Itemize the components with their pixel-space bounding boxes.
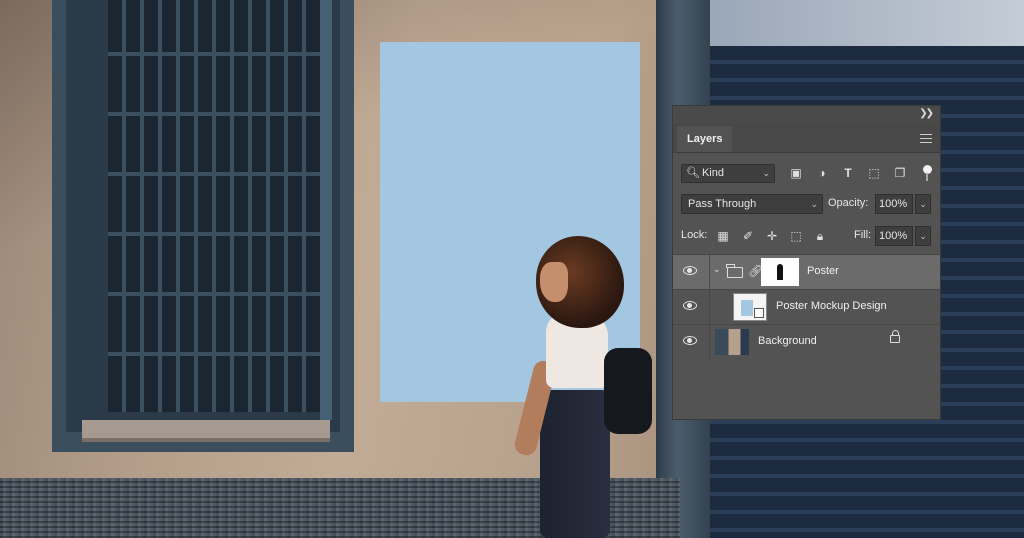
chevron-down-icon: ⌄: [762, 168, 770, 178]
visibility-eye-icon[interactable]: [683, 301, 697, 310]
window-sill: [82, 420, 330, 442]
layer-gutter: [709, 255, 710, 289]
lock-artboard-icon[interactable]: ⬚: [788, 228, 804, 244]
panel-header: ❯❯: [673, 106, 940, 124]
fill-input[interactable]: 100%: [875, 226, 913, 246]
folder-icon: [726, 264, 743, 278]
fill-label: Fill:: [854, 229, 872, 241]
adjustment-filter-icon[interactable]: ◑: [815, 166, 829, 180]
blend-row: Pass Through ⌄ Opacity: 100% ⌄: [673, 194, 940, 216]
search-icon: 🔍︎: [686, 167, 700, 179]
lock-label: Lock:: [681, 229, 708, 241]
layer-row-poster[interactable]: ⌄ 🔗︎ Poster: [673, 254, 940, 289]
backpack: [604, 348, 652, 434]
blend-mode-value: Pass Through: [688, 198, 757, 210]
smart-object-thumbnail[interactable]: [733, 293, 767, 321]
layer-gutter: [709, 290, 710, 324]
layer-gutter: [709, 325, 710, 359]
chevron-down-icon: ⌄: [810, 199, 818, 209]
layer-mask-thumbnail[interactable]: [761, 258, 799, 286]
visibility-eye-icon[interactable]: [683, 266, 697, 275]
visibility-eye-icon[interactable]: [683, 336, 697, 345]
smart-object-filter-icon[interactable]: ❐: [893, 166, 907, 180]
woman-face: [540, 262, 568, 302]
image-filter-icon[interactable]: ▣: [789, 166, 803, 180]
filter-row: 🔍︎ Kind ⌄ ▣ ◑ T ⬚ ❐: [673, 162, 940, 186]
hamburger-icon[interactable]: [920, 134, 932, 143]
filter-toggle-stem: [926, 173, 928, 181]
background-thumbnail[interactable]: [715, 329, 749, 355]
blend-mode-select[interactable]: Pass Through ⌄: [681, 194, 823, 214]
panel-tabbar: Layers: [673, 124, 940, 153]
layer-row-background[interactable]: Background: [673, 324, 940, 359]
layer-name: Poster: [807, 265, 839, 277]
type-filter-icon[interactable]: T: [841, 166, 855, 180]
chevron-down-icon[interactable]: ⌄: [713, 264, 721, 275]
layers-panel: ❯❯ Layers 🔍︎ Kind ⌄ ▣ ◑ T ⬚ ❐ Pass Throug…: [672, 105, 941, 420]
opacity-input[interactable]: 100%: [875, 194, 913, 214]
tab-layers[interactable]: Layers: [677, 126, 733, 152]
lock-row: Lock: ▦ ✐ ✛ ⬚ 🔒︎ Fill: 100% ⌄: [673, 226, 940, 248]
opacity-label: Opacity:: [828, 197, 869, 209]
layer-name: Poster Mockup Design: [776, 300, 887, 312]
layer-name: Background: [758, 335, 817, 347]
shape-filter-icon[interactable]: ⬚: [867, 166, 881, 180]
lock-all-icon[interactable]: 🔒︎: [812, 228, 828, 244]
woman-legs: [540, 390, 610, 538]
window-post: [320, 0, 332, 420]
lock-transparent-icon[interactable]: ▦: [715, 228, 731, 244]
kind-filter-select[interactable]: 🔍︎ Kind ⌄: [681, 164, 775, 183]
window-bars: [108, 0, 320, 412]
layer-row-poster-mockup-design[interactable]: Poster Mockup Design: [673, 289, 940, 324]
sky: [710, 0, 1024, 46]
fill-dropdown[interactable]: ⌄: [915, 226, 931, 246]
lock-image-icon[interactable]: ✐: [740, 228, 756, 244]
lock-position-icon[interactable]: ✛: [764, 228, 780, 244]
opacity-dropdown[interactable]: ⌄: [915, 194, 931, 214]
kind-select-label: Kind: [701, 167, 724, 179]
double-chevron-icon[interactable]: ❯❯: [919, 108, 934, 119]
lock-icon: [890, 330, 900, 343]
